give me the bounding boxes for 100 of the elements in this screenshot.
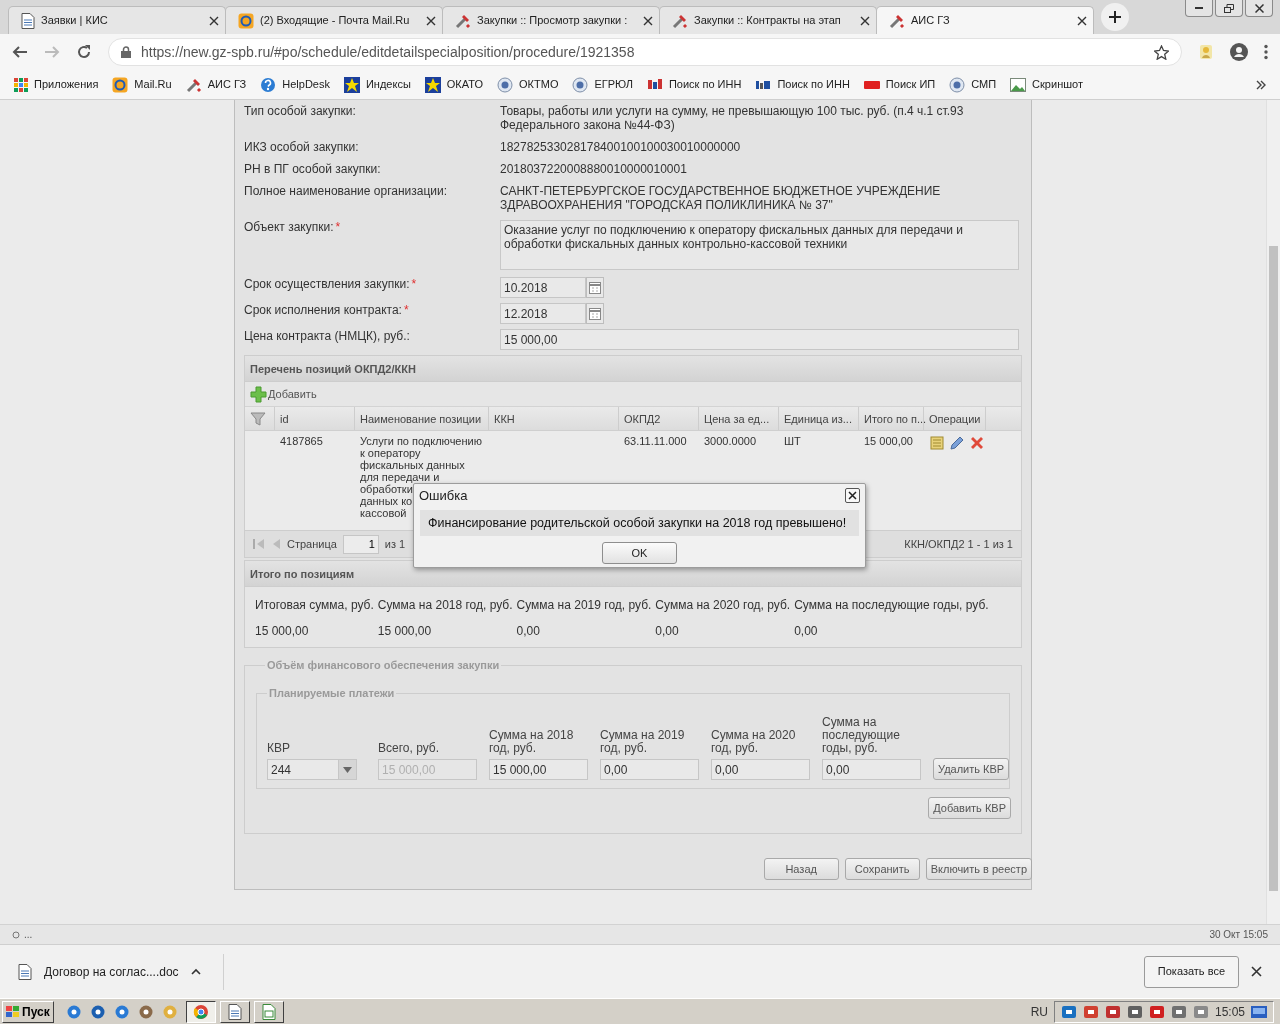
- app-icon[interactable]: [113, 1003, 130, 1020]
- close-icon[interactable]: [860, 15, 870, 26]
- app-icon[interactable]: [65, 1003, 82, 1020]
- add-kvr-button[interactable]: Добавить КВР: [928, 797, 1011, 819]
- add-button[interactable]: Добавить: [250, 385, 317, 403]
- column-header[interactable]: id: [275, 407, 355, 430]
- column-label: Сумма на 2018 год, руб.: [489, 729, 575, 757]
- kvr-field[interactable]: 244: [267, 759, 339, 780]
- bookmark-link[interactable]: ОКТМО: [519, 76, 559, 93]
- reload-icon[interactable]: [76, 44, 92, 60]
- dialog-message: Финансирование родительской особой закупки на 2018 год превышено!: [420, 509, 859, 537]
- total-value: 15 000,00: [255, 624, 310, 638]
- price-field[interactable]: 15 000,00: [500, 329, 1019, 350]
- minimize-button[interactable]: [1185, 0, 1213, 17]
- bookmark-link[interactable]: ЕГРЮЛ: [594, 76, 633, 93]
- chevron-up-icon[interactable]: [190, 968, 201, 975]
- close-button[interactable]: [845, 488, 860, 504]
- tray-icon[interactable]: [1060, 1003, 1077, 1020]
- close-icon: [1254, 3, 1264, 13]
- column-header[interactable]: Операции: [924, 407, 987, 430]
- browser-tab[interactable]: Заявки | КИС: [8, 6, 226, 34]
- start-button[interactable]: Пуск: [2, 1000, 54, 1023]
- new-tab-button[interactable]: [1101, 3, 1129, 31]
- minimize-icon: [1195, 7, 1203, 9]
- total-value: 0,00: [655, 624, 680, 638]
- delete-kvr-button[interactable]: Удалить КВР: [933, 758, 1010, 780]
- bookmark-link[interactable]: Скриншот: [1032, 76, 1083, 93]
- tray-icon[interactable]: [1104, 1003, 1121, 1020]
- amount-field[interactable]: 0,00: [822, 759, 921, 780]
- browser-tab[interactable]: Закупки :: Просмотр закупки :: [442, 6, 660, 34]
- amount-field[interactable]: 0,00: [711, 759, 810, 780]
- apps-grid-icon: [14, 77, 28, 92]
- calendar-button[interactable]: [586, 277, 604, 298]
- bookmark-link[interactable]: Приложения: [34, 76, 99, 93]
- round-badge-icon: [112, 76, 129, 93]
- amount-field[interactable]: 15 000,00: [489, 759, 588, 780]
- ok-button[interactable]: OK: [602, 542, 677, 565]
- desktop-icon[interactable]: [1251, 1004, 1267, 1019]
- tray-icon[interactable]: [1126, 1003, 1143, 1020]
- back-icon[interactable]: [12, 44, 28, 60]
- page-field[interactable]: 1: [342, 534, 379, 554]
- star-icon: [424, 76, 441, 93]
- close-icon[interactable]: [643, 15, 653, 26]
- menu-icon[interactable]: [1264, 44, 1268, 60]
- app-icon[interactable]: [137, 1003, 154, 1020]
- close-icon[interactable]: [1077, 15, 1087, 26]
- column-header[interactable]: Единица из...: [779, 407, 859, 430]
- column-header[interactable]: Цена за ед...: [699, 407, 779, 430]
- profile-icon[interactable]: [1230, 43, 1248, 61]
- column-header[interactable]: Наименование позиции: [355, 407, 489, 430]
- bookmark-link[interactable]: Поиск по ИНН: [777, 76, 850, 93]
- column-header[interactable]: ККН: [489, 407, 619, 430]
- bookmark-link[interactable]: Индексы: [365, 76, 411, 93]
- column-header[interactable]: Итого по п...: [859, 407, 924, 430]
- amount-field[interactable]: 0,00: [600, 759, 699, 780]
- bookmark-link[interactable]: ОКАТО: [446, 76, 484, 93]
- tray-icon[interactable]: [1192, 1003, 1209, 1020]
- bookmark-link[interactable]: Mail.Ru: [134, 76, 172, 93]
- vertical-scrollbar[interactable]: [1266, 100, 1280, 924]
- close-icon[interactable]: [1251, 966, 1262, 977]
- address-bar[interactable]: https://new.gz-spb.ru/#po/schedule/editdetailspecialposition/procedure/1921358: [108, 38, 1182, 66]
- action-button[interactable]: Включить в реестр: [925, 858, 1032, 880]
- calendar-button[interactable]: [586, 303, 604, 324]
- restore-button[interactable]: [1215, 0, 1243, 17]
- text-area-field[interactable]: Оказание услуг по подключению к оператору фискальных данных для передачи и обработки фискальных данных контрольно-кассовой техники: [500, 220, 1019, 270]
- round-badge-icon: [238, 12, 254, 29]
- tray-icon[interactable]: [1082, 1003, 1099, 1020]
- bookmark-link[interactable]: АИС ГЗ: [207, 76, 247, 93]
- pager-summary: ККН/ОКПД2 1 - 1 из 1: [904, 536, 1013, 552]
- status-time: 30 Окт 15:05: [1209, 928, 1268, 942]
- bookmark-link[interactable]: HelpDesk: [282, 76, 330, 93]
- taskbar-window-button[interactable]: [185, 1000, 216, 1023]
- date-field[interactable]: 12.2018: [500, 303, 586, 324]
- column-header[interactable]: ОКПД2: [619, 407, 699, 430]
- more-bookmarks-icon[interactable]: [1256, 79, 1266, 90]
- date-field[interactable]: 10.2018: [500, 277, 586, 298]
- download-file[interactable]: Договор на соглас....doc: [44, 962, 179, 981]
- close-icon[interactable]: [209, 15, 219, 26]
- close-icon[interactable]: [426, 15, 436, 26]
- bookmark-link[interactable]: СМП: [971, 76, 997, 93]
- bookmark-link[interactable]: Поиск ИП: [885, 76, 936, 93]
- bookmark-link[interactable]: Поиск по ИНН: [668, 76, 742, 93]
- browser-tab[interactable]: (2) Входящие - Почта Mail.Ru: [225, 6, 443, 34]
- field-label: Полное наименование организации:: [244, 184, 448, 198]
- browser-tab[interactable]: Закупки :: Контракты на этап: [659, 6, 877, 34]
- required-mark: *: [335, 220, 341, 234]
- bookmark-star-icon[interactable]: [1154, 44, 1169, 60]
- close-button[interactable]: [1245, 0, 1273, 17]
- browser-tab[interactable]: АИС ГЗ: [876, 6, 1094, 34]
- tray-icon[interactable]: [1148, 1003, 1165, 1020]
- show-all-button[interactable]: Показать все: [1143, 955, 1239, 988]
- delete-icon[interactable]: [969, 435, 985, 451]
- pencil-icon[interactable]: [949, 435, 965, 451]
- action-button[interactable]: Назад: [763, 858, 839, 880]
- language-indicator[interactable]: RU: [1030, 1002, 1048, 1021]
- action-button[interactable]: Сохранить: [844, 858, 920, 880]
- tray-icon[interactable]: [1170, 1003, 1187, 1020]
- badge-icon: [863, 78, 880, 91]
- app-icon[interactable]: [89, 1003, 106, 1020]
- dropdown-button[interactable]: [339, 759, 357, 780]
